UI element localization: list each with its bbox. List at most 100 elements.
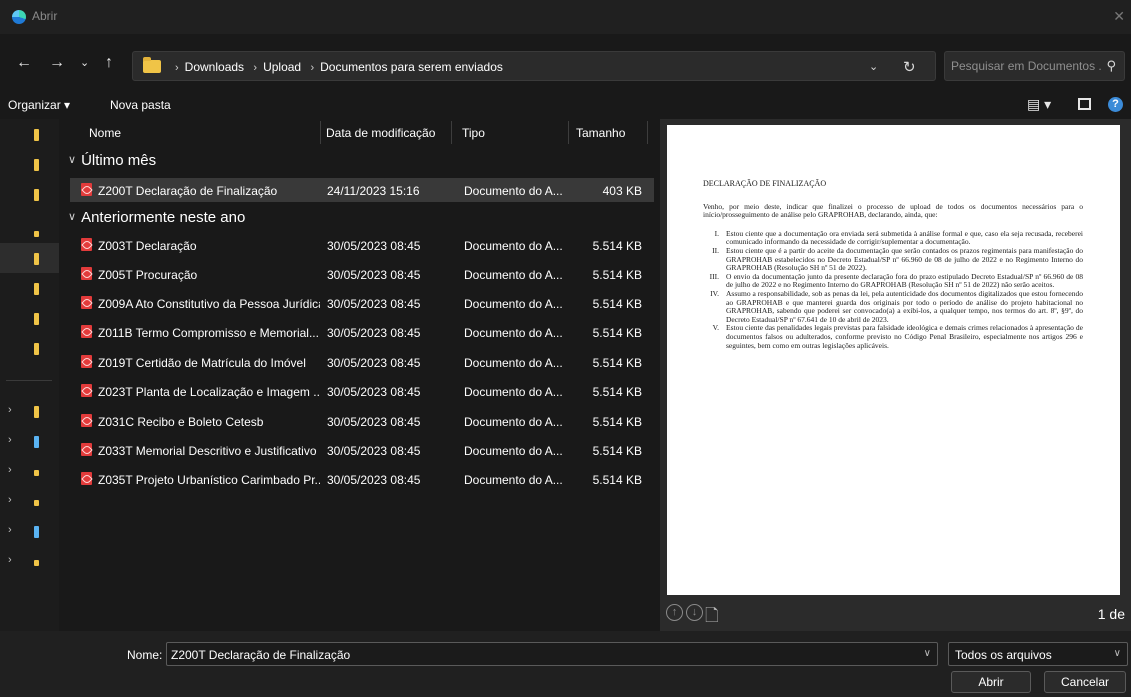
pdf-file-icon bbox=[81, 355, 92, 368]
recent-locations-chevron-icon[interactable]: ⌄ bbox=[80, 55, 89, 71]
pdf-file-icon bbox=[81, 296, 92, 309]
sidebar-item-selected[interactable] bbox=[0, 243, 59, 273]
refresh-icon[interactable]: ↻ bbox=[903, 58, 916, 76]
filetype-select[interactable]: Todos os arquivos ∨ bbox=[948, 642, 1128, 666]
sidebar-item-expandable[interactable]: › bbox=[0, 516, 59, 546]
column-divider[interactable] bbox=[568, 121, 569, 144]
view-options-icon[interactable]: ▤ ▾ bbox=[1027, 96, 1051, 113]
sidebar-item[interactable] bbox=[0, 179, 59, 209]
file-name: Z033T Memorial Descritivo e Justificativ… bbox=[98, 444, 317, 458]
file-name: Z200T Declaração de Finalização bbox=[98, 184, 278, 198]
address-history-chevron-icon[interactable]: ⌄ bbox=[869, 60, 878, 73]
file-row[interactable]: Z023T Planta de Localização e Imagem ...… bbox=[70, 379, 654, 403]
file-row[interactable]: Z031C Recibo e Boleto Cetesb 30/05/2023 … bbox=[70, 409, 654, 433]
column-divider[interactable] bbox=[320, 121, 321, 144]
page-search-icon[interactable]: 🗋 bbox=[705, 603, 719, 632]
sidebar-item-expandable[interactable]: › bbox=[0, 546, 59, 576]
column-header-type[interactable]: Tipo bbox=[462, 126, 485, 140]
file-type: Documento do A... bbox=[464, 473, 563, 487]
file-size: 5.514 KB bbox=[592, 297, 642, 311]
chevron-down-icon[interactable]: ∨ bbox=[68, 211, 76, 223]
folder-icon bbox=[34, 231, 39, 237]
folder-icon bbox=[34, 470, 39, 476]
group-header-earlier-this-year[interactable]: ∨ Anteriormente neste ano bbox=[68, 209, 245, 226]
chevron-down-icon[interactable]: ∨ bbox=[68, 154, 76, 166]
filename-combobox[interactable]: ∨ bbox=[166, 642, 938, 666]
column-header-date[interactable]: Data de modificação bbox=[326, 126, 435, 140]
search-input[interactable] bbox=[951, 58, 1101, 74]
cancel-button[interactable]: Cancelar bbox=[1044, 671, 1126, 693]
item-text: Estou ciente que é a partir do aceite da… bbox=[726, 245, 1083, 273]
column-header-name[interactable]: Nome bbox=[89, 126, 121, 140]
chevron-down-icon[interactable]: ∨ bbox=[1114, 648, 1121, 659]
address-bar[interactable]: › Downloads › Upload › Documentos para sere… bbox=[132, 51, 936, 81]
page-indicator: 1 de bbox=[1097, 606, 1125, 622]
chevron-right-icon[interactable]: › bbox=[8, 494, 12, 506]
file-row[interactable]: Z033T Memorial Descritivo e Justificativ… bbox=[70, 438, 654, 462]
file-row[interactable]: Z009A Ato Constitutivo da Pessoa Jurídic… bbox=[70, 291, 654, 315]
column-divider[interactable] bbox=[647, 121, 648, 144]
close-icon[interactable]: ✕ bbox=[1113, 8, 1125, 25]
open-button[interactable]: Abrir bbox=[951, 671, 1031, 693]
navigation-pane: › › › › › › bbox=[0, 119, 59, 631]
file-row[interactable]: Z019T Certidão de Matrícula do Imóvel 30… bbox=[70, 350, 654, 374]
pdf-preview-toolbar: ↑ ↓ 🗋 1 de bbox=[660, 597, 1131, 631]
file-type: Documento do A... bbox=[464, 444, 563, 458]
previous-page-icon[interactable]: ↑ bbox=[666, 604, 683, 621]
sidebar-item-expandable[interactable]: › bbox=[0, 426, 59, 456]
group-header-last-month[interactable]: ∨ Último mês bbox=[68, 152, 156, 169]
column-header-size[interactable]: Tamanho bbox=[576, 126, 625, 140]
chevron-right-icon[interactable]: › bbox=[8, 524, 12, 536]
file-name: Z019T Certidão de Matrícula do Imóvel bbox=[98, 356, 306, 370]
file-type: Documento do A... bbox=[464, 356, 563, 370]
folder-icon bbox=[34, 406, 39, 418]
file-date: 30/05/2023 08:45 bbox=[327, 297, 421, 311]
breadcrumb-current-folder[interactable]: Documentos para serem enviados bbox=[320, 60, 503, 74]
item-number: I. bbox=[714, 228, 719, 238]
sidebar-item[interactable] bbox=[0, 119, 59, 149]
chevron-right-icon[interactable]: › bbox=[8, 404, 12, 416]
sidebar-item[interactable] bbox=[0, 149, 59, 179]
next-page-icon[interactable]: ↓ bbox=[686, 604, 703, 621]
chevron-right-icon[interactable]: › bbox=[8, 554, 12, 566]
forward-arrow-icon[interactable]: → bbox=[49, 55, 65, 71]
sidebar-item[interactable] bbox=[0, 303, 59, 333]
up-arrow-icon[interactable]: ↑ bbox=[105, 55, 113, 71]
item-text: O envio da documentação junto da present… bbox=[726, 271, 1083, 290]
sidebar-item-expandable[interactable]: › bbox=[0, 396, 59, 426]
file-size: 403 KB bbox=[602, 184, 642, 198]
file-row[interactable]: Z035T Projeto Urbanístico Carimbado Pr..… bbox=[70, 467, 654, 491]
file-row[interactable]: Z005T Procuração 30/05/2023 08:45 Docume… bbox=[70, 262, 654, 286]
chevron-down-icon[interactable]: ∨ bbox=[924, 648, 931, 659]
preview-pane-icon[interactable] bbox=[1078, 98, 1091, 110]
breadcrumb-downloads[interactable]: Downloads bbox=[185, 60, 244, 74]
folder-icon bbox=[143, 57, 161, 73]
column-divider[interactable] bbox=[451, 121, 452, 144]
chevron-right-icon[interactable]: › bbox=[8, 464, 12, 476]
breadcrumb-separator-icon: › bbox=[310, 62, 315, 74]
breadcrumb-upload[interactable]: Upload bbox=[263, 60, 301, 74]
file-row[interactable]: Z003T Declaração 30/05/2023 08:45 Docume… bbox=[70, 233, 654, 257]
sidebar-item[interactable] bbox=[0, 333, 59, 363]
file-row[interactable]: Z011B Termo Compromisso e Memorial... 30… bbox=[70, 320, 654, 344]
file-name: Z023T Planta de Localização e Imagem ... bbox=[98, 385, 320, 399]
document-content: DECLARAÇÃO DE FINALIZAÇÃO Venho, por mei… bbox=[703, 179, 1083, 350]
back-arrow-icon[interactable]: ← bbox=[16, 55, 32, 71]
folder-icon bbox=[34, 283, 39, 295]
document-item: I. Estou ciente que a documentação ora en… bbox=[703, 228, 1083, 247]
sidebar-item-expandable[interactable]: › bbox=[0, 456, 59, 486]
file-date: 30/05/2023 08:45 bbox=[327, 268, 421, 282]
organize-menu[interactable]: Organizar ▾ bbox=[8, 98, 70, 112]
pdf-file-icon bbox=[81, 267, 92, 280]
sidebar-item[interactable] bbox=[0, 273, 59, 303]
help-icon[interactable]: ? bbox=[1108, 97, 1123, 112]
file-row-selected[interactable]: Z200T Declaração de Finalização 24/11/20… bbox=[70, 178, 654, 202]
pdf-page-preview[interactable]: DECLARAÇÃO DE FINALIZAÇÃO Venho, por mei… bbox=[667, 125, 1120, 595]
new-folder-button[interactable]: Nova pasta bbox=[110, 98, 171, 112]
search-box[interactable]: ⚲ bbox=[944, 51, 1125, 81]
chevron-right-icon[interactable]: › bbox=[8, 434, 12, 446]
sidebar-item-expandable[interactable]: › bbox=[0, 486, 59, 516]
search-icon[interactable]: ⚲ bbox=[1106, 58, 1116, 74]
filename-input[interactable] bbox=[171, 647, 901, 662]
filename-label: Nome: bbox=[127, 648, 163, 662]
